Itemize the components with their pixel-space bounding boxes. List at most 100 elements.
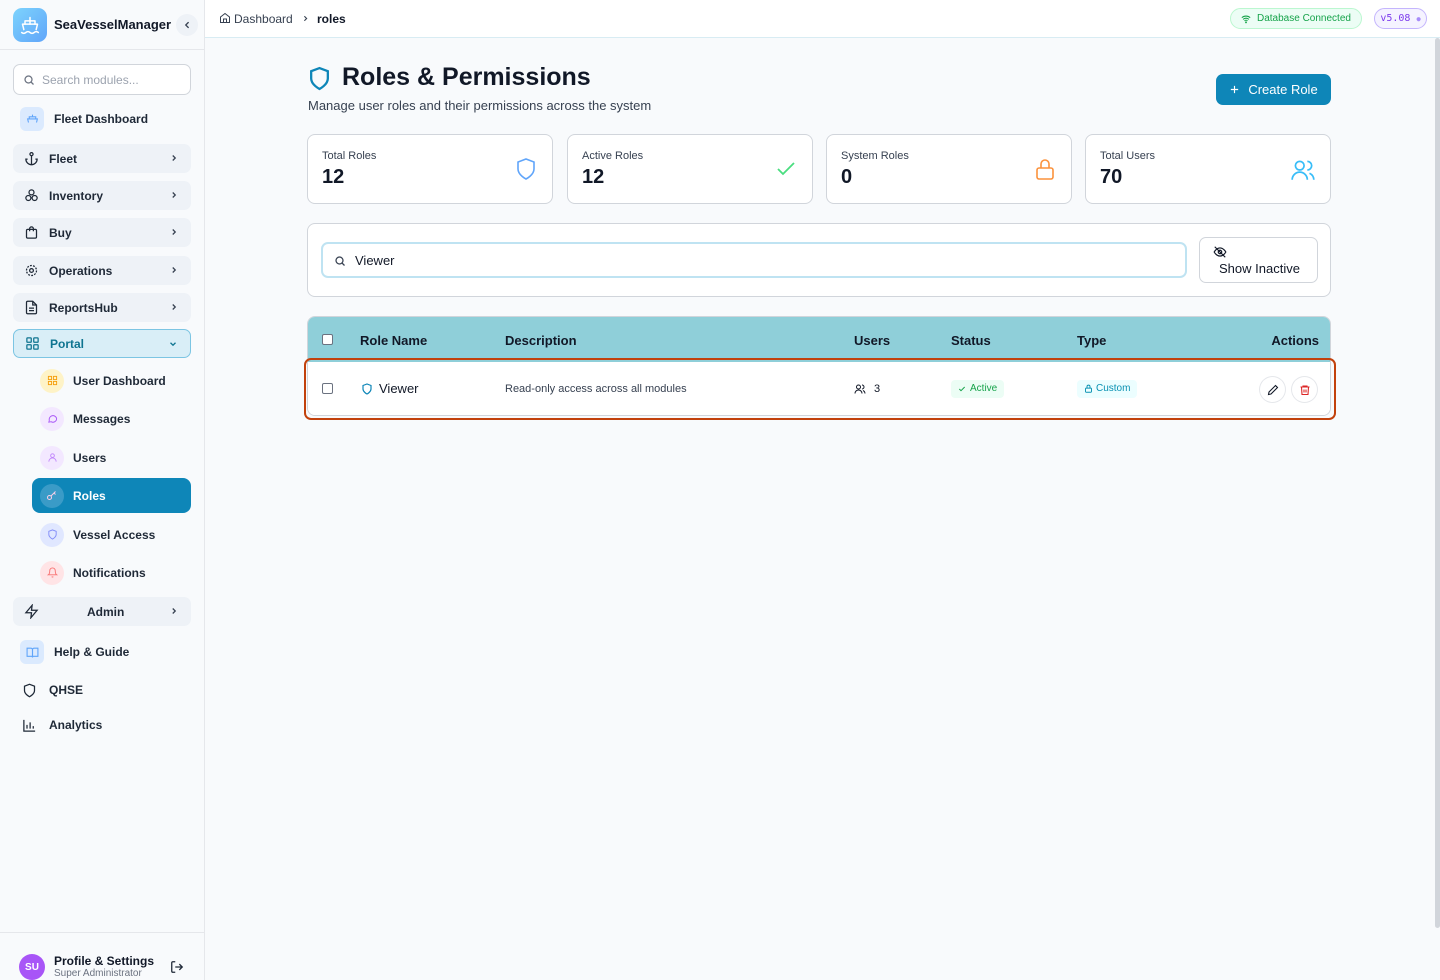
nav-label: Admin	[87, 604, 125, 619]
column-header-description[interactable]: Description	[505, 333, 577, 348]
nav-qhse[interactable]: QHSE	[13, 676, 191, 704]
nav-label: QHSE	[49, 683, 84, 697]
stat-value: 12	[322, 166, 345, 188]
grid-icon	[24, 336, 40, 352]
show-inactive-button[interactable]: Show Inactive	[1199, 237, 1318, 283]
nav-analytics[interactable]: Analytics	[13, 711, 191, 739]
sidebar-item-messages[interactable]: Messages	[32, 401, 191, 436]
page-scrollbar[interactable]	[1435, 38, 1440, 928]
profile-footer: SU Profile & Settings Super Administrato…	[0, 932, 204, 980]
chevron-right-icon	[172, 229, 177, 235]
show-inactive-label: Show Inactive	[1219, 261, 1300, 276]
role-search[interactable]	[321, 242, 1187, 278]
breadcrumb-current: roles	[317, 12, 346, 26]
avatar[interactable]: SU	[19, 954, 45, 980]
lock-icon	[1036, 159, 1054, 180]
lightning-icon	[23, 604, 39, 620]
module-search-input[interactable]	[42, 71, 182, 89]
create-role-label: Create Role	[1248, 82, 1318, 97]
sidebar-item-users[interactable]: Users	[32, 440, 191, 475]
key-icon	[40, 483, 64, 508]
stat-label: Total Users	[1100, 150, 1156, 162]
nav-group-buy[interactable]: Buy	[13, 218, 191, 247]
nav-group-fleet[interactable]: Fleet	[13, 144, 191, 173]
stat-label: Total Roles	[322, 150, 377, 162]
module-search[interactable]	[13, 64, 191, 95]
app-name: SeaVesselManager	[54, 17, 172, 32]
column-header-role-name[interactable]: Role Name	[360, 333, 427, 348]
nav-help-guide[interactable]: Help & Guide	[13, 638, 191, 666]
gear-icon	[23, 263, 39, 279]
stat-value: 12	[582, 166, 605, 188]
chevron-right-icon	[172, 304, 177, 310]
nav-label: Operations	[49, 263, 113, 278]
sidebar-item-label: Roles	[73, 488, 106, 503]
version-text: v5.08	[1380, 13, 1411, 24]
bar-chart-icon	[17, 713, 41, 737]
chevron-right-icon	[172, 155, 177, 161]
nav-label: Inventory	[49, 188, 104, 203]
ship-icon	[20, 107, 44, 131]
sidebar-item-label: Users	[73, 450, 107, 465]
nav-fleet-dashboard[interactable]: Fleet Dashboard	[13, 105, 191, 133]
sidebar-item-label: Notifications	[73, 565, 146, 580]
nav-label: Buy	[49, 225, 72, 240]
shield-icon	[517, 158, 535, 180]
filter-panel: Show Inactive	[307, 223, 1331, 297]
column-header-type[interactable]: Type	[1077, 333, 1106, 348]
stat-label: Active Roles	[582, 150, 644, 162]
role-search-input[interactable]	[355, 251, 1155, 269]
boxes-icon	[23, 188, 39, 204]
dashboard-icon	[40, 368, 64, 393]
stat-card-system-roles: System Roles 0	[826, 134, 1072, 204]
nav-group-portal[interactable]: Portal	[13, 329, 191, 358]
version-badge: v5.08 ●	[1374, 8, 1427, 29]
highlighted-row-outline	[304, 358, 1336, 420]
sidebar-item-user-dashboard[interactable]: User Dashboard	[32, 363, 191, 398]
stat-value: 70	[1100, 166, 1123, 188]
create-role-button[interactable]: Create Role	[1216, 74, 1331, 105]
select-all-checkbox[interactable]	[322, 334, 333, 345]
nav-label: Analytics	[49, 718, 103, 732]
shield-icon	[40, 522, 64, 547]
profile-role: Super Administrator	[54, 968, 142, 979]
book-icon	[20, 640, 44, 664]
sidebar-item-label: Vessel Access	[73, 527, 156, 542]
breadcrumb-dashboard[interactable]: Dashboard	[234, 12, 293, 26]
sidebar-item-notifications[interactable]: Notifications	[32, 555, 191, 590]
column-header-users[interactable]: Users	[854, 333, 890, 348]
sidebar-item-roles[interactable]: Roles	[32, 478, 191, 513]
nav-group-admin[interactable]: Admin	[13, 597, 191, 626]
nav-group-reportshub[interactable]: ReportsHub	[13, 293, 191, 322]
shield-icon	[310, 66, 329, 91]
sidebar-item-vessel-access[interactable]: Vessel Access	[32, 517, 191, 552]
page-subtitle: Manage user roles and their permissions …	[308, 98, 652, 113]
column-header-status[interactable]: Status	[951, 333, 991, 348]
brand-header: SeaVesselManager	[0, 0, 204, 50]
search-icon	[24, 75, 34, 85]
column-header-actions: Actions	[1271, 333, 1319, 348]
nav-group-inventory[interactable]: Inventory	[13, 181, 191, 210]
anchor-icon	[23, 151, 39, 167]
nav-label: ReportsHub	[49, 300, 118, 315]
bell-icon	[40, 560, 64, 585]
database-status-text: Database Connected	[1257, 13, 1351, 24]
check-icon	[777, 162, 795, 176]
collapse-sidebar-button[interactable]	[176, 14, 198, 36]
logout-icon[interactable]	[170, 960, 184, 974]
chevron-right-icon	[303, 15, 308, 22]
stat-card-total-roles: Total Roles 12	[307, 134, 553, 204]
shopping-bag-icon	[23, 225, 39, 241]
shield-icon	[17, 678, 41, 702]
profile-settings-link[interactable]: Profile & Settings	[54, 954, 154, 968]
nav-group-operations[interactable]: Operations	[13, 256, 191, 285]
chevron-down-icon	[170, 342, 176, 347]
stat-value: 0	[841, 166, 853, 188]
nav-label: Fleet Dashboard	[54, 112, 149, 126]
message-icon	[40, 406, 64, 431]
nav-label: Fleet	[49, 151, 78, 166]
chevron-right-icon	[172, 192, 177, 198]
status-dot-icon: ●	[1416, 15, 1421, 23]
eye-off-icon	[1213, 246, 1227, 258]
chevron-right-icon	[172, 267, 177, 273]
